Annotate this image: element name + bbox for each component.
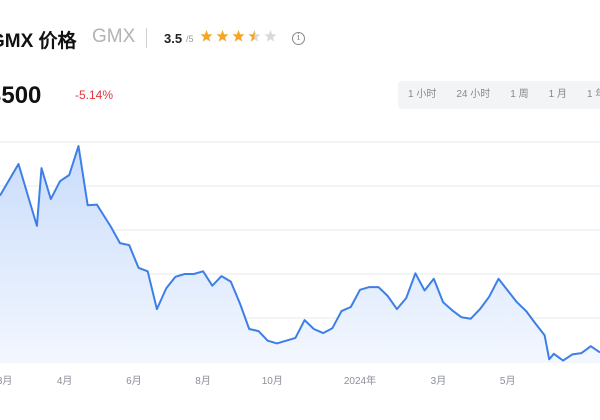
x-tick-label: 6月 — [126, 375, 142, 387]
range-tab[interactable]: 1 年 — [577, 81, 600, 109]
header-divider — [146, 28, 147, 48]
page-title: GMX 价格 — [0, 31, 77, 52]
price-change: -5.14% — [75, 88, 114, 102]
x-tick-label: 3月 — [0, 375, 12, 387]
range-tab[interactable]: 1 周 — [500, 81, 538, 109]
price-chart: 3月 4月 6月 8月 10月 2024年 3月 5月 — [0, 141, 600, 387]
x-tick-label: 10月 — [262, 375, 283, 387]
info-icon[interactable]: i — [292, 32, 305, 45]
range-tab[interactable]: 24 小时 — [446, 81, 500, 109]
star-icon — [216, 30, 229, 42]
range-tab[interactable]: 1 小时 — [398, 81, 446, 109]
x-tick-label: 3月 — [431, 375, 447, 387]
star-icon — [248, 30, 261, 42]
rating-max: /5 — [186, 34, 194, 44]
range-tab[interactable]: 1 月 — [539, 81, 577, 109]
star-icon — [200, 30, 213, 42]
x-tick-label: 8月 — [195, 375, 211, 387]
rating-stars — [200, 28, 277, 44]
time-range-tabs: 1 小时24 小时1 周1 月1 年 — [398, 81, 600, 109]
star-icon — [264, 30, 277, 42]
current-price: 3500 — [0, 82, 42, 109]
coin-header: GMX 价格 GMX 3.5 /5 i — [0, 22, 600, 54]
coin-symbol: GMX — [92, 26, 136, 47]
rating-value: 3.5 — [164, 31, 183, 46]
x-tick-label: 4月 — [57, 375, 73, 387]
x-tick-label: 5月 — [500, 375, 516, 387]
x-tick-label: 2024年 — [344, 374, 376, 387]
star-icon — [232, 30, 245, 42]
